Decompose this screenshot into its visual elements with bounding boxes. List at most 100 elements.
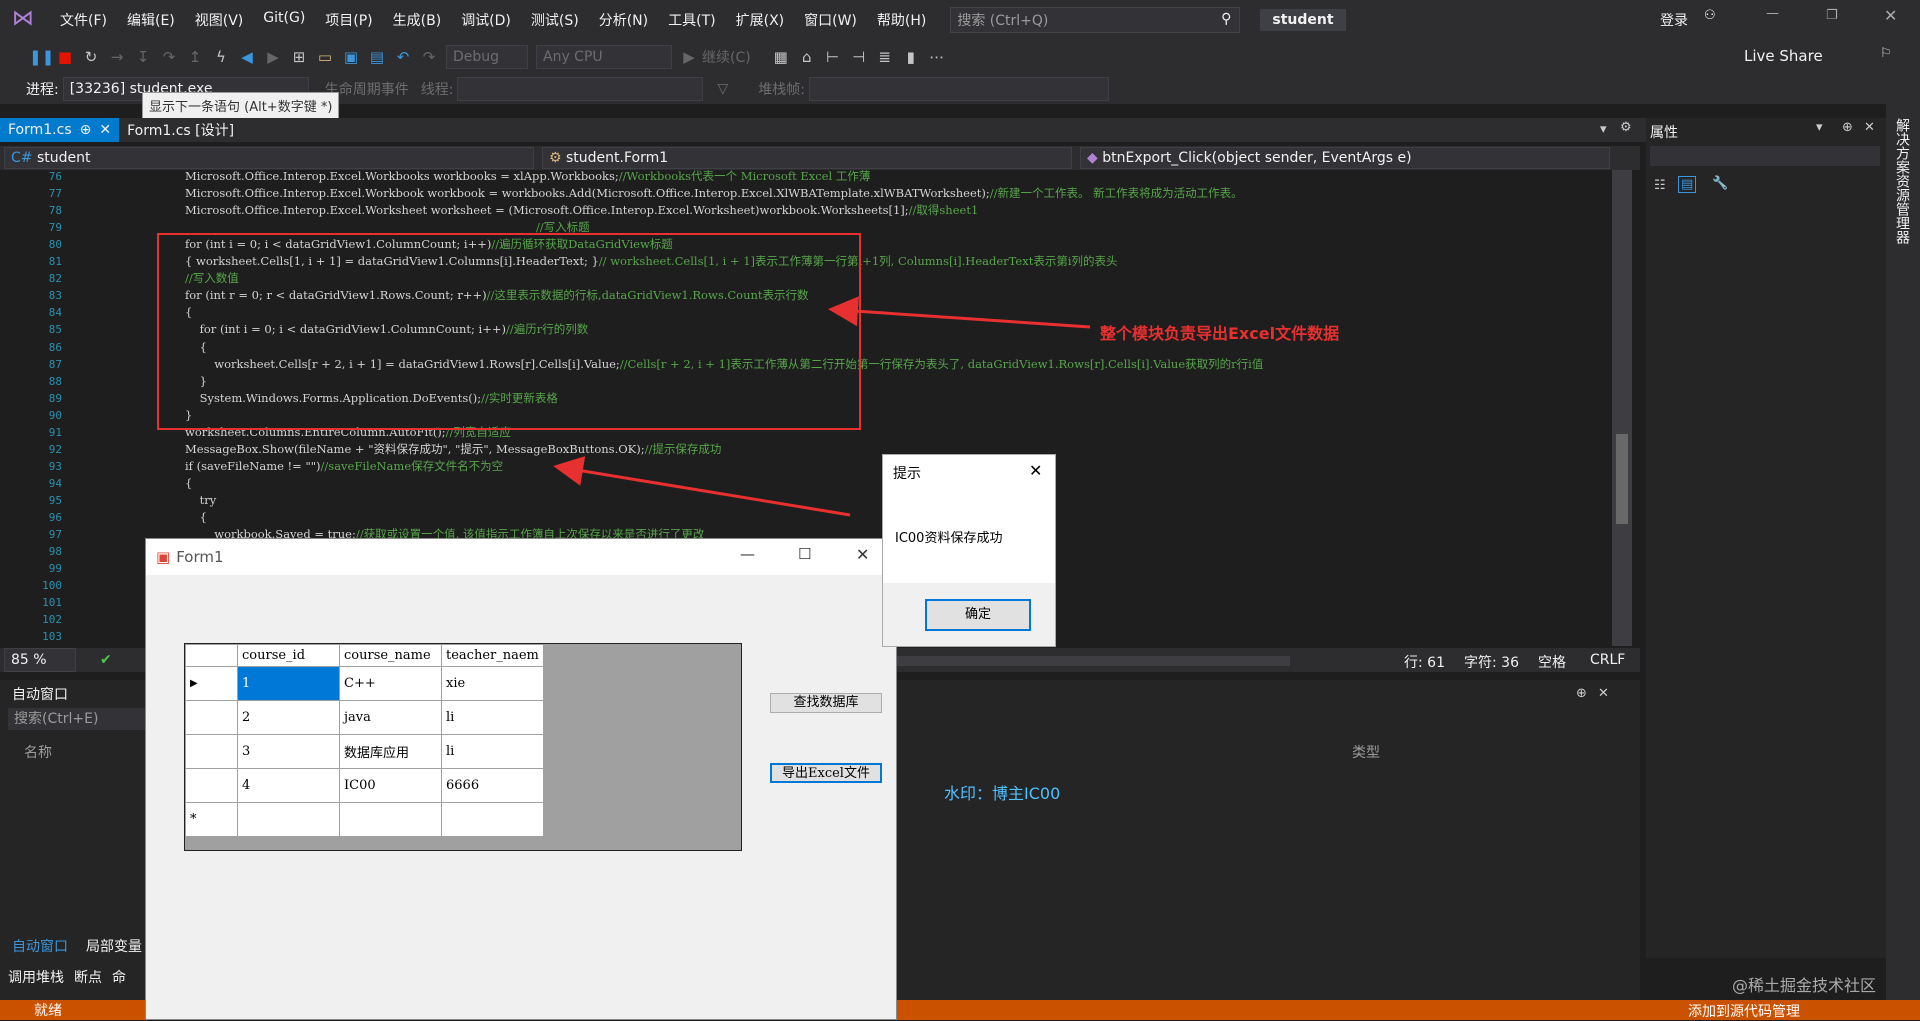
redo-icon[interactable]: ↷: [419, 47, 439, 67]
bottom-tab[interactable]: 调用堆栈: [8, 967, 64, 989]
tab-form1-cs[interactable]: Form1.cs ⊕ ✕: [0, 118, 120, 142]
forward-icon[interactable]: ▶: [263, 47, 283, 67]
menu-item[interactable]: 项目(P): [315, 10, 382, 30]
bottom-tab[interactable]: 命: [112, 967, 126, 989]
tool-icon-a[interactable]: ▦: [771, 47, 791, 67]
menu-item[interactable]: Git(G): [253, 10, 315, 30]
filter-icon[interactable]: ▽: [717, 81, 728, 97]
grid-cell[interactable]: java: [339, 700, 442, 735]
config-dropdown[interactable]: Debug: [446, 45, 528, 69]
ok-button[interactable]: 确定: [925, 599, 1031, 631]
tool-icon-d[interactable]: ⊣: [849, 47, 869, 67]
table-row[interactable]: ▶ 1 C++ xie: [185, 666, 544, 701]
grid-cell[interactable]: 6666: [441, 768, 544, 803]
tool-icon-e[interactable]: ≣: [875, 47, 895, 67]
login-link[interactable]: 登录: [1660, 10, 1688, 30]
properties-icon[interactable]: ▤: [1678, 176, 1697, 193]
step-into-icon[interactable]: ↧: [133, 47, 153, 67]
solution-explorer-strip[interactable]: 解决方案资源管理器: [1886, 100, 1920, 1000]
export-excel-button[interactable]: 导出Excel文件: [770, 763, 882, 783]
grid-cell[interactable]: [441, 802, 544, 837]
menu-item[interactable]: 视图(V): [185, 10, 254, 30]
step-out-icon[interactable]: ↥: [185, 47, 205, 67]
close-icon[interactable]: ✕: [1884, 6, 1897, 25]
class-nav-dropdown[interactable]: ⚙ student.Form1: [542, 147, 1072, 169]
pin-icon[interactable]: ⊕: [80, 122, 92, 138]
row-header[interactable]: [185, 768, 238, 803]
menu-item[interactable]: 分析(N): [589, 10, 658, 30]
properties-object-dropdown[interactable]: [1650, 146, 1880, 166]
live-share-button[interactable]: Live Share: [1744, 47, 1823, 65]
grid-cell[interactable]: [339, 802, 442, 837]
table-row[interactable]: 2 java li: [185, 700, 544, 735]
grid-cell[interactable]: IC00: [339, 768, 442, 803]
form-close-icon[interactable]: ✕: [856, 545, 869, 564]
autos-close-icon[interactable]: ✕: [1598, 686, 1609, 701]
tool-icon-f[interactable]: ⋯: [927, 47, 947, 67]
horizontal-scrollbar[interactable]: [895, 656, 1290, 666]
add-to-source-control[interactable]: 添加到源代码管理: [1688, 1001, 1800, 1021]
menu-item[interactable]: 生成(B): [383, 10, 452, 30]
grid-cell[interactable]: 2: [237, 700, 340, 735]
tab-list-icon[interactable]: ▾: [1600, 122, 1607, 137]
row-header[interactable]: [185, 734, 238, 769]
thread-dropdown[interactable]: [457, 77, 704, 101]
undo-icon[interactable]: ↶: [393, 47, 413, 67]
events-icon[interactable]: 🔧: [1712, 176, 1728, 191]
table-row[interactable]: 3 数据库应用 li: [185, 734, 544, 769]
restart-icon[interactable]: ↻: [81, 47, 101, 67]
categorized-icon[interactable]: ☷: [1654, 178, 1666, 193]
new-item-icon[interactable]: ⊞: [289, 47, 309, 67]
feedback-icon[interactable]: ⚐: [1880, 46, 1892, 61]
menu-item[interactable]: 扩展(X): [726, 10, 795, 30]
save-all-icon[interactable]: ▤: [367, 47, 387, 67]
grid-cell[interactable]: li: [441, 700, 544, 735]
hot-reload-icon[interactable]: ϟ: [211, 47, 231, 67]
bottom-tab[interactable]: 断点: [74, 967, 102, 989]
stack-frame-dropdown[interactable]: [808, 77, 1109, 101]
tab-autos[interactable]: 自动窗口: [12, 936, 68, 956]
grid-column-header[interactable]: course_name: [339, 644, 442, 667]
grid-cell[interactable]: 3: [237, 734, 340, 769]
bookmark-icon[interactable]: ▮: [901, 47, 921, 67]
grid-cell[interactable]: C++: [339, 666, 442, 701]
search-box[interactable]: 搜索 (Ctrl+Q) ⚲: [950, 7, 1241, 33]
grid-cell[interactable]: 4: [237, 768, 340, 803]
menu-item[interactable]: 编辑(E): [117, 10, 185, 30]
new-row[interactable]: *: [185, 802, 544, 837]
row-header[interactable]: ▶: [185, 666, 238, 701]
method-nav-dropdown[interactable]: ◆ btnExport_Click(object sender, EventAr…: [1080, 147, 1610, 169]
properties-close-icon[interactable]: ✕: [1864, 120, 1875, 135]
minimize-icon[interactable]: —: [1766, 6, 1779, 21]
continue-button[interactable]: 继续(C): [702, 47, 751, 67]
menu-item[interactable]: 测试(S): [521, 10, 589, 30]
row-header[interactable]: [185, 700, 238, 735]
step-icon[interactable]: →: [107, 47, 127, 67]
editor-scrollbar[interactable]: [1612, 170, 1632, 646]
autos-pin-icon[interactable]: ⊕: [1576, 686, 1587, 701]
grid-cell[interactable]: [237, 802, 340, 837]
properties-menu-icon[interactable]: ▾: [1816, 120, 1823, 135]
pause-icon[interactable]: ❚❚: [29, 47, 54, 67]
grid-cell[interactable]: 1: [237, 666, 340, 701]
table-row[interactable]: 4 IC00 6666: [185, 768, 544, 803]
zoom-dropdown[interactable]: 85 %: [4, 648, 76, 672]
scroll-thumb[interactable]: [1616, 434, 1628, 524]
grid-cell[interactable]: li: [441, 734, 544, 769]
grid-column-header[interactable]: course_id: [237, 644, 340, 667]
tab-form1-designer[interactable]: Form1.cs [设计]: [119, 118, 242, 142]
user-icon[interactable]: ⚇: [1704, 8, 1716, 23]
settings-gear-icon[interactable]: ⚙: [1620, 120, 1632, 135]
step-over-icon[interactable]: ↷: [159, 47, 179, 67]
tool-icon-b[interactable]: ⌂: [797, 47, 817, 67]
query-database-button[interactable]: 查找数据库: [770, 693, 882, 713]
project-nav-dropdown[interactable]: C# student: [4, 147, 534, 169]
solution-explorer-label[interactable]: 解决方案资源管理器: [1892, 118, 1912, 244]
stop-icon[interactable]: ■: [55, 47, 75, 67]
open-folder-icon[interactable]: ▭: [315, 47, 335, 67]
platform-dropdown[interactable]: Any CPU: [536, 45, 672, 69]
menu-item[interactable]: 工具(T): [658, 10, 725, 30]
grid-cell[interactable]: *: [185, 802, 238, 837]
menu-item[interactable]: 文件(F): [50, 10, 117, 30]
save-icon[interactable]: ▣: [341, 47, 361, 67]
